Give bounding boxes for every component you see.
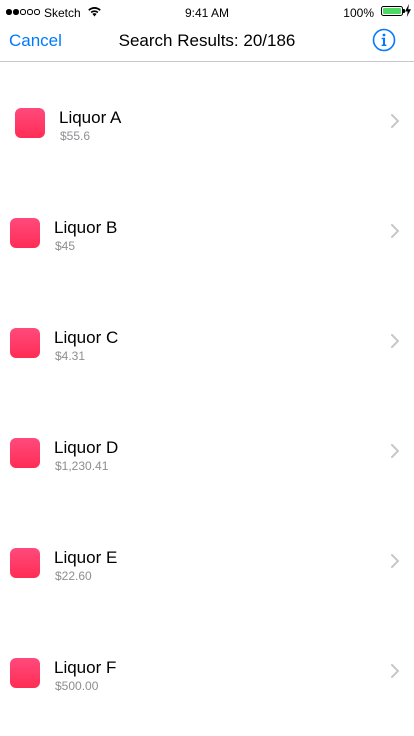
item-title: Liquor C [54,328,119,347]
chevron-right-icon [391,334,399,348]
item-price: $4.31 [55,349,86,363]
navigation-bar: Cancel Search Results: 20/186 [0,24,414,62]
item-thumbnail [10,328,40,358]
item-title: Liquor E [54,548,118,567]
chevron-right-icon [391,444,399,458]
list-item[interactable]: Liquor B $45 [0,172,414,282]
status-bar: Sketch 9:41 AM 100% [0,0,414,24]
item-thumbnail [10,658,40,688]
list-item[interactable]: Liquor E $22.60 [0,502,414,612]
charging-bolt-icon [405,4,411,17]
chevron-right-icon [391,554,399,568]
item-title: Liquor D [54,438,119,457]
chevron-right-icon [391,224,399,238]
item-price: $22.60 [55,569,92,583]
info-circle-icon[interactable] [372,28,396,52]
list-item[interactable]: Liquor C $4.31 [0,282,414,392]
chevron-right-icon [391,114,399,128]
item-thumbnail [10,218,40,248]
chevron-right-icon [391,664,399,678]
list-item[interactable]: Liquor F $500.00 [0,612,414,722]
item-price: $55.6 [60,129,91,143]
item-title: Liquor B [54,218,118,237]
item-price: $1,230.41 [55,459,109,473]
item-price: $500.00 [55,679,99,693]
item-thumbnail [10,548,40,578]
battery-icon [381,6,403,16]
item-title: Liquor F [54,658,117,677]
item-thumbnail [10,438,40,468]
page-title: Search Results: 20/186 [118,31,296,50]
item-title: Liquor A [59,108,122,127]
item-price: $45 [55,239,76,253]
battery-percentage: 100% [343,6,374,20]
item-thumbnail [15,108,45,138]
list-item[interactable]: Liquor A $55.6 [0,62,414,172]
list-item[interactable]: Liquor D $1,230.41 [0,392,414,502]
